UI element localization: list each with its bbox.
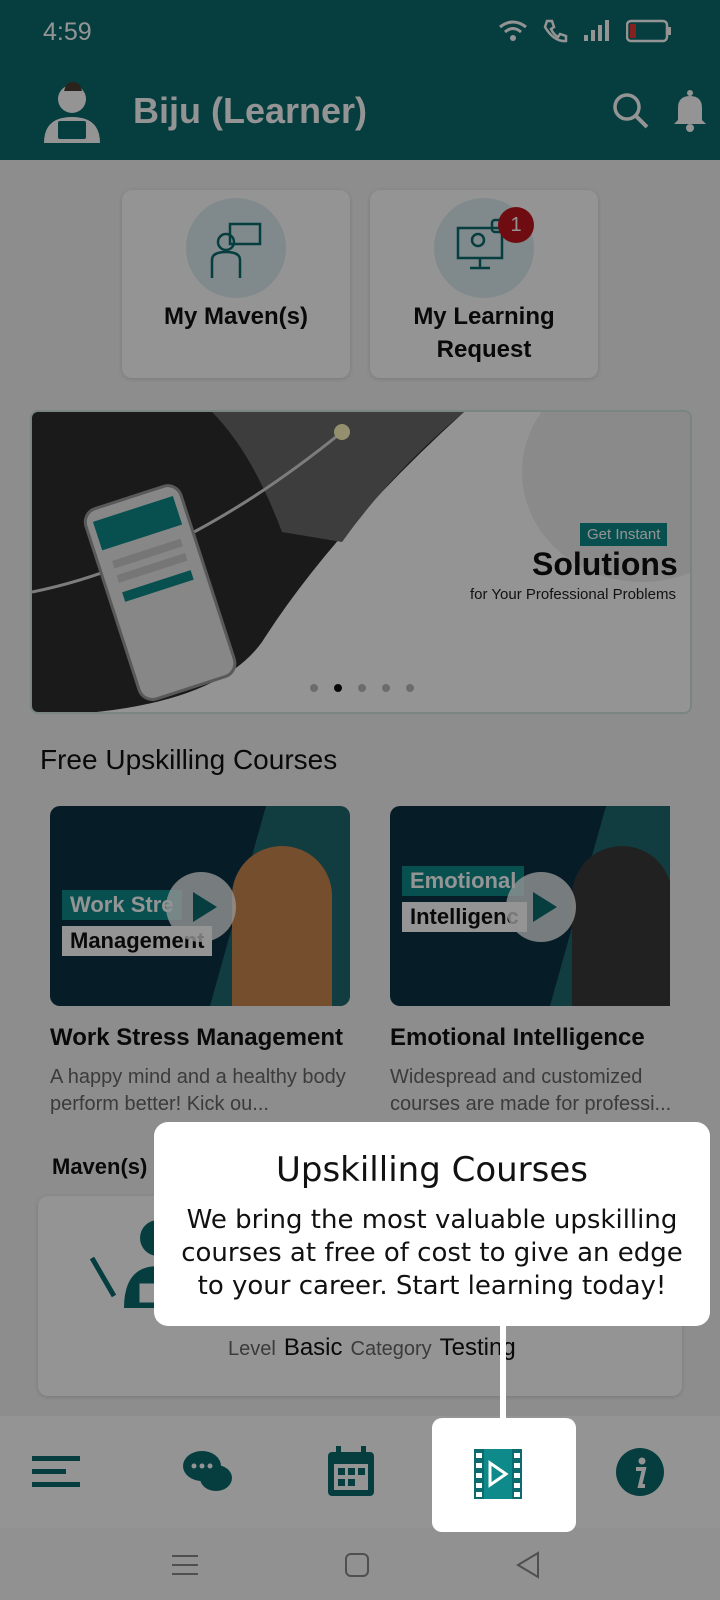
nav-item-courses[interactable] xyxy=(432,1418,576,1532)
courses-video-icon xyxy=(474,1449,522,1499)
tooltip-connector xyxy=(500,1326,506,1418)
tooltip-body: We bring the most valuable upskilling co… xyxy=(181,1205,683,1301)
tooltip-title: Upskilling Courses xyxy=(275,1150,588,1190)
coach-mark-overlay[interactable] xyxy=(0,0,720,1600)
coach-mark-tooltip[interactable]: Upskilling Courses We bring the most val… xyxy=(154,1122,710,1326)
